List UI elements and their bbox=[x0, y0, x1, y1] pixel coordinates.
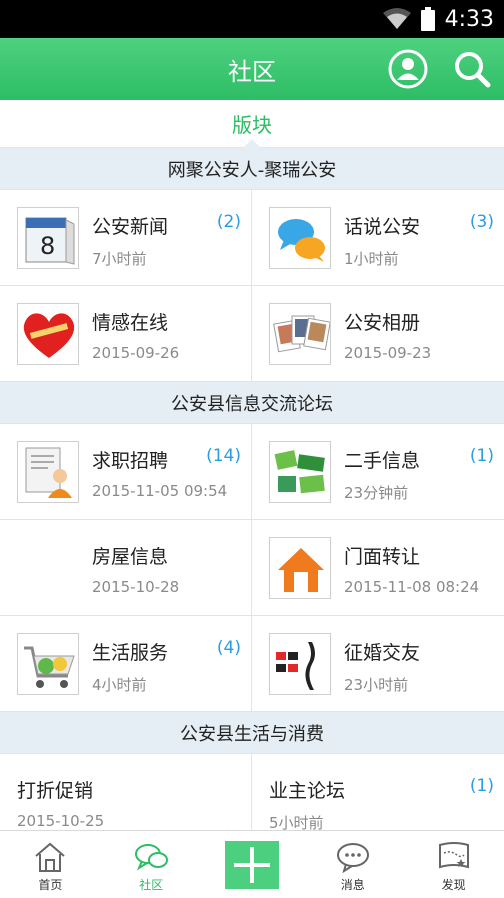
board-name: 情感在线 bbox=[92, 312, 169, 334]
board-item[interactable]: 门面转让 2015-11-08 08:24 bbox=[252, 520, 504, 616]
board-last-update: 23小时前 bbox=[344, 676, 409, 694]
board-last-update: 23分钟前 bbox=[344, 484, 409, 502]
tab-home[interactable]: 首页 bbox=[0, 831, 101, 898]
calendar-icon: 8 bbox=[17, 207, 79, 269]
board-last-update: 2015-09-26 bbox=[92, 344, 180, 362]
board-name: 打折促销 bbox=[17, 780, 94, 802]
secondhand-icon bbox=[269, 441, 331, 503]
board-item[interactable]: 征婚交友 23小时前 bbox=[252, 616, 504, 712]
battery-icon bbox=[420, 7, 435, 31]
segment-indicator bbox=[243, 139, 261, 148]
board-grid: 求职招聘 2015-11-05 09:54 (14) 二手信息 23分钟前 (1… bbox=[0, 424, 504, 712]
discover-flag-icon bbox=[437, 841, 471, 873]
job-resume-icon bbox=[17, 441, 79, 503]
board-name: 公安相册 bbox=[344, 312, 421, 334]
tab-label: 消息 bbox=[340, 878, 365, 892]
user-profile-icon[interactable] bbox=[388, 49, 428, 89]
message-icon bbox=[336, 841, 370, 874]
tab-add[interactable] bbox=[202, 831, 303, 898]
board-grid: 8 公安新闻 7小时前 (2) 话说公安 1小时前 (3) 情感在线 2015-… bbox=[0, 190, 504, 382]
tab-label: 发现 bbox=[441, 878, 466, 892]
board-post-count: (14) bbox=[206, 446, 241, 466]
segment-tab-boards[interactable]: 版块 bbox=[232, 109, 272, 138]
board-name: 门面转让 bbox=[344, 546, 421, 568]
segment-tab-bar: 版块 bbox=[0, 100, 504, 148]
board-name: 二手信息 bbox=[344, 450, 421, 472]
board-post-count: (1) bbox=[469, 446, 494, 466]
board-last-update: 4小时前 bbox=[92, 676, 147, 694]
status-bar: 4:33 bbox=[0, 0, 504, 38]
board-last-update: 2015-11-05 09:54 bbox=[92, 482, 228, 500]
svg-text:8: 8 bbox=[40, 232, 55, 260]
board-item[interactable]: 话说公安 1小时前 (3) bbox=[252, 190, 504, 286]
board-last-update: 7小时前 bbox=[92, 250, 147, 268]
board-name: 话说公安 bbox=[344, 216, 421, 238]
board-post-count: (3) bbox=[469, 212, 494, 232]
board-last-update: 2015-11-08 08:24 bbox=[344, 578, 480, 596]
shopping-cart-icon bbox=[17, 633, 79, 695]
board-name: 业主论坛 bbox=[269, 780, 346, 802]
section-header: 公安县生活与消费 bbox=[0, 712, 504, 754]
board-item[interactable]: 二手信息 23分钟前 (1) bbox=[252, 424, 504, 520]
dating-icon bbox=[269, 633, 331, 695]
board-last-update: 2015-09-23 bbox=[344, 344, 432, 362]
tab-messages[interactable]: 消息 bbox=[302, 831, 403, 898]
board-item[interactable]: 8 公安新闻 7小时前 (2) bbox=[0, 190, 252, 286]
board-name: 房屋信息 bbox=[92, 546, 169, 568]
board-item[interactable]: 情感在线 2015-09-26 bbox=[0, 286, 252, 382]
board-post-count: (2) bbox=[216, 212, 241, 232]
board-item[interactable]: 公安相册 2015-09-23 bbox=[252, 286, 504, 382]
board-name: 求职招聘 bbox=[92, 450, 169, 472]
board-name: 生活服务 bbox=[92, 642, 169, 664]
board-item[interactable]: 生活服务 4小时前 (4) bbox=[0, 616, 252, 712]
board-item[interactable]: 求职招聘 2015-11-05 09:54 (14) bbox=[0, 424, 252, 520]
tab-label: 社区 bbox=[139, 878, 164, 892]
board-name: 公安新闻 bbox=[92, 216, 169, 238]
board-last-update: 2015-10-25 bbox=[17, 812, 105, 830]
clock: 4:33 bbox=[444, 6, 494, 32]
app-bar: 社区 bbox=[0, 38, 504, 100]
house-icon bbox=[269, 537, 331, 599]
plus-icon[interactable] bbox=[224, 840, 279, 889]
board-item[interactable]: 房屋信息 2015-10-28 bbox=[0, 520, 252, 616]
section-header: 公安县信息交流论坛 bbox=[0, 382, 504, 424]
bottom-tab-bar: 首页 社区 消息 发现 bbox=[0, 830, 504, 898]
home-icon bbox=[33, 841, 67, 873]
board-name: 征婚交友 bbox=[344, 642, 421, 664]
board-post-count: (1) bbox=[469, 776, 494, 796]
section-header: 网聚公安人-聚瑞公安 bbox=[0, 148, 504, 190]
board-last-update: 2015-10-28 bbox=[92, 578, 180, 596]
search-icon[interactable] bbox=[452, 49, 492, 89]
page-title: 社区 bbox=[228, 57, 276, 86]
tab-label: 首页 bbox=[38, 878, 63, 892]
board-post-count: (4) bbox=[216, 638, 241, 658]
photo-album-icon bbox=[269, 303, 331, 365]
chat-bubbles-icon bbox=[269, 207, 331, 269]
community-chat-icon bbox=[134, 841, 169, 873]
board-last-update: 1小时前 bbox=[344, 250, 399, 268]
wifi-icon bbox=[382, 8, 411, 30]
tab-discover[interactable]: 发现 bbox=[403, 831, 504, 898]
heart-icon bbox=[17, 303, 79, 365]
tab-community[interactable]: 社区 bbox=[101, 831, 202, 898]
